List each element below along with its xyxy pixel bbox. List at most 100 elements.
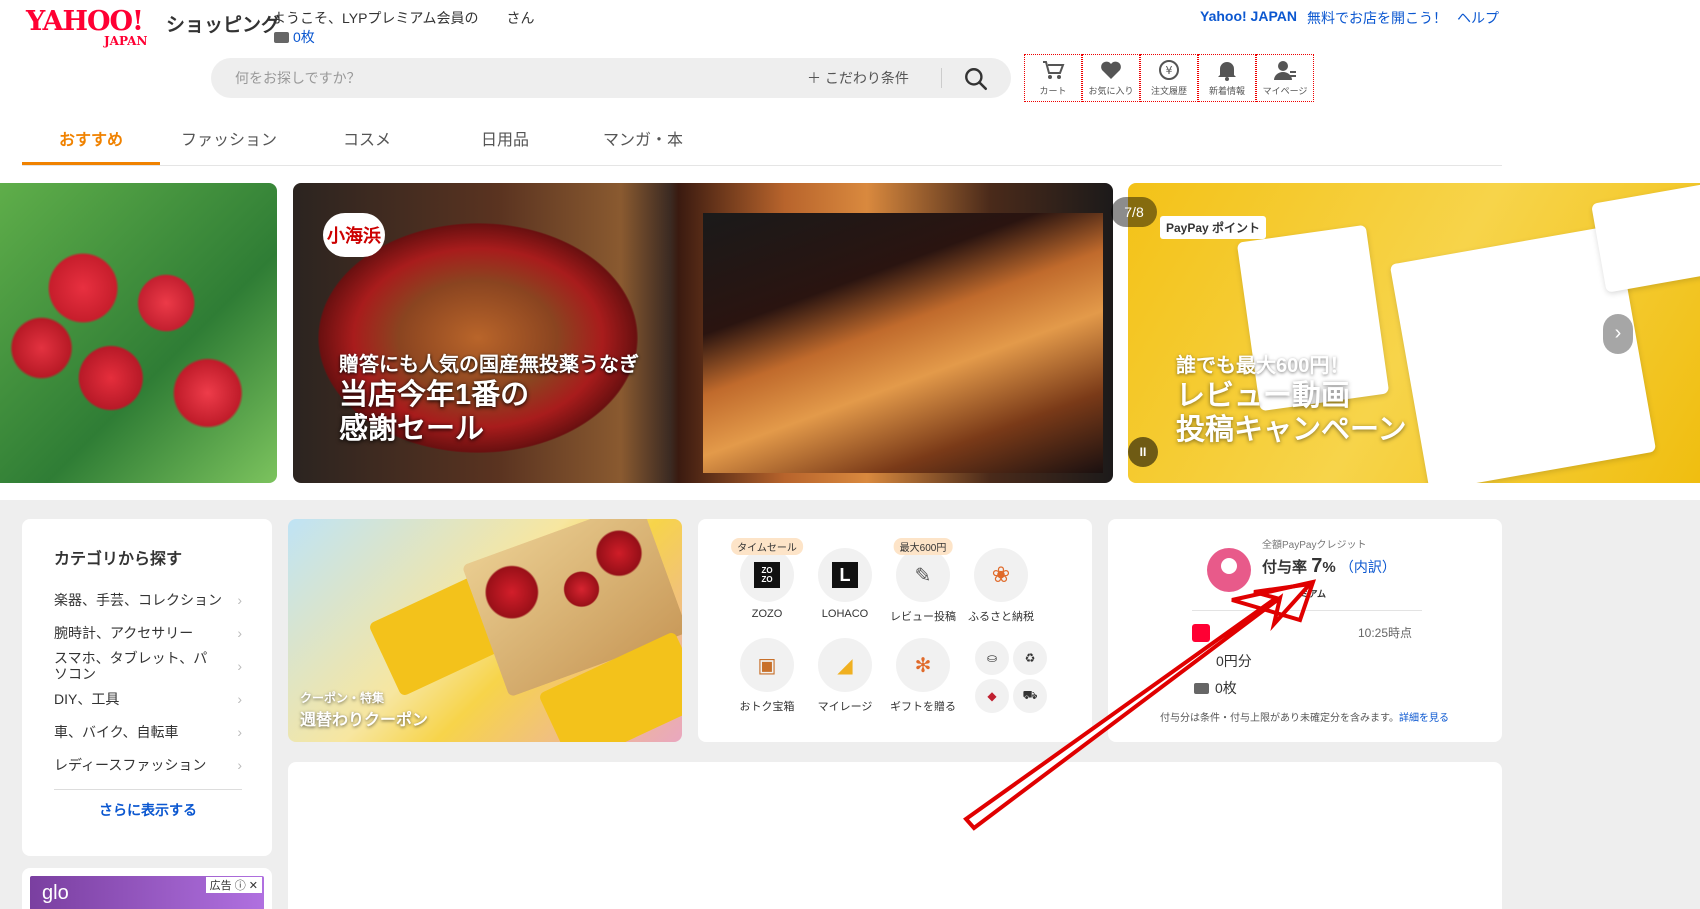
- coupon-caption-small: クーポン・特集: [300, 691, 385, 705]
- points-note-text: 付与分は条件・付与上限があり未確定分を含みます。: [1160, 713, 1399, 724]
- review-subtitle: 誰でも最大600円！: [1176, 355, 1350, 377]
- rate-value: 7: [1311, 555, 1323, 577]
- heart-icon: [1101, 61, 1121, 79]
- help-link[interactable]: ヘルプ: [1457, 8, 1499, 28]
- review-card-3: [1591, 183, 1700, 293]
- coupon-card[interactable]: クーポン・特集 週替わりクーポン: [288, 519, 682, 742]
- search-bar: 何をお探しですか？ ＋ こだわり条件: [211, 58, 1011, 98]
- category-item-smartphones[interactable]: スマホ、タブレット、パソコン ›: [54, 649, 242, 682]
- coupon-caption: クーポン・特集 週替わりクーポン: [300, 689, 428, 730]
- coupon-count[interactable]: 0枚: [274, 27, 315, 47]
- nav-favorites[interactable]: お気に入り: [1082, 54, 1140, 102]
- search-divider: [941, 68, 942, 88]
- category-item-vehicles[interactable]: 車、バイク、自転車 ›: [54, 715, 242, 748]
- nav-notifications[interactable]: 新着情報: [1198, 54, 1256, 102]
- pause-button[interactable]: II: [1128, 437, 1158, 467]
- yahoo-logo[interactable]: YAHOO! JAPAN: [26, 8, 161, 49]
- tab-daily[interactable]: 日用品: [436, 118, 574, 165]
- coupon-count-row[interactable]: 0枚: [1194, 678, 1237, 698]
- chevron-right-icon: ›: [237, 690, 242, 707]
- category-item-label: レディースファッション: [54, 756, 207, 773]
- category-item-label: 車、バイク、自転車: [54, 723, 179, 740]
- review-title: レビュー動画 投稿キャンペーン: [1176, 379, 1407, 447]
- ad-tag[interactable]: 広告 ⓘ ✕: [205, 877, 262, 893]
- service-mileage[interactable]: ◢ マイレージ: [810, 638, 880, 714]
- lohaco-icon: L: [818, 548, 872, 602]
- top-links: Yahoo! JAPAN 無料でお店を開こう！ ヘルプ: [1200, 8, 1499, 28]
- search-input[interactable]: 何をお探しですか？: [235, 68, 361, 88]
- category-panel: カテゴリから探す 楽器、手芸、コレクション › 腕時計、アクセサリー › スマホ、タ…: [22, 519, 272, 856]
- service-label: LOHACO: [821, 608, 869, 620]
- show-more-link[interactable]: さらに表示する: [54, 789, 242, 820]
- premium-label: LYPプレミアム: [1265, 589, 1327, 599]
- unagi-banner[interactable]: 小海浜 贈答にも人気の国産無投薬うなぎ 当店今年1番の 感謝セール: [293, 183, 1113, 483]
- open-store-link[interactable]: 無料でお店を開こう！: [1307, 8, 1447, 28]
- category-item-watches[interactable]: 腕時計、アクセサリー ›: [54, 616, 242, 649]
- box-icon[interactable]: ◆: [975, 679, 1009, 713]
- timestamp: 10:25時点: [1358, 626, 1413, 640]
- welcome-text: ようこそ、LYPプレミアム会員の さん: [272, 10, 535, 26]
- ticket-icon: [274, 31, 289, 43]
- tab-recommended[interactable]: おすすめ: [22, 118, 160, 165]
- user-icon: [1274, 61, 1296, 80]
- cherry-banner[interactable]: [0, 183, 277, 483]
- paypay-logo-icon: [1192, 624, 1210, 642]
- stamp-icon[interactable]: ⛀: [975, 641, 1009, 675]
- service-label: ZOZO: [751, 608, 783, 620]
- category-title: カテゴリから探す: [54, 551, 183, 568]
- kodawari-button[interactable]: ＋ こだわり条件: [807, 68, 909, 88]
- content-area: カテゴリから探す 楽器、手芸、コレクション › 腕時計、アクセサリー › スマホ、タ…: [0, 500, 1700, 909]
- nav-cart[interactable]: カート: [1024, 54, 1082, 102]
- unagi-subtitle: 贈答にも人気の国産無投薬うなぎ: [339, 354, 639, 376]
- chevron-right-icon: ›: [237, 591, 242, 608]
- ad-panel[interactable]: glo 広告 ⓘ ✕: [22, 868, 272, 909]
- service-otoku-box[interactable]: ▣ おトク宝箱: [732, 638, 802, 714]
- category-item-label: 腕時計、アクセサリー: [54, 624, 194, 641]
- review-title-line1: レビュー動画: [1176, 380, 1351, 412]
- content-panel: [288, 762, 1502, 909]
- service-lohaco[interactable]: L LOHACO: [810, 548, 880, 620]
- service-label: おトク宝箱: [739, 701, 795, 713]
- details-link[interactable]: 詳細を見る: [1399, 713, 1449, 724]
- unagi-title: 当店今年1番の 感謝セール: [339, 378, 599, 446]
- tab-fashion[interactable]: ファッション: [160, 118, 298, 165]
- category-tabs: おすすめ ファッション コスメ 日用品 マンガ・本: [22, 118, 1502, 166]
- chevron-right-icon: ›: [237, 657, 242, 674]
- chevron-right-icon: ›: [237, 723, 242, 740]
- points-value[interactable]: 0円分: [1216, 651, 1252, 671]
- recycle-icon[interactable]: ♻: [1013, 641, 1047, 675]
- tab-cosme[interactable]: コスメ: [298, 118, 436, 165]
- nav-order-history[interactable]: ¥ 注文履歴: [1140, 54, 1198, 102]
- nav-mypage-label: マイページ: [1262, 86, 1308, 96]
- avatar[interactable]: [1207, 548, 1251, 592]
- nav-mypage[interactable]: マイページ: [1256, 54, 1314, 102]
- gift-icon: ✻: [896, 638, 950, 692]
- shop-name[interactable]: ショッピング: [166, 10, 280, 37]
- nav-cart-label: カート: [1039, 86, 1067, 96]
- ticket-icon: [1194, 682, 1209, 694]
- next-banner-button[interactable]: ›: [1603, 314, 1633, 354]
- service-label: マイレージ: [817, 701, 873, 713]
- truck-icon[interactable]: ⛟: [1013, 679, 1047, 713]
- mileage-icon: ◢: [818, 638, 872, 692]
- zozo-icon: ZO ZO: [740, 548, 794, 602]
- service-zozo[interactable]: タイムセール ZO ZO ZOZO: [731, 538, 803, 620]
- category-item-diy[interactable]: DIY、工具 ›: [54, 682, 242, 715]
- coupon-caption-title: 週替わりクーポン: [300, 712, 429, 729]
- tab-manga-books[interactable]: マンガ・本: [574, 118, 712, 165]
- service-gift[interactable]: ✻ ギフトを贈る: [888, 638, 958, 714]
- service-furusato[interactable]: ❀ ふるさと納税: [966, 548, 1036, 624]
- category-item-instruments[interactable]: 楽器、手芸、コレクション ›: [54, 583, 242, 616]
- yen-history-icon: ¥: [1159, 60, 1179, 80]
- brand-seal: 小海浜: [323, 213, 385, 257]
- service-review[interactable]: 最大600円 ✎ レビュー投稿: [888, 538, 958, 624]
- gift-ribbon-icon: ❀: [974, 548, 1028, 602]
- category-item-label: スマホ、タブレット、パソコン: [54, 649, 208, 682]
- category-item-label: 楽器、手芸、コレクション: [54, 591, 222, 608]
- yahoo-japan-link[interactable]: Yahoo! JAPAN: [1200, 8, 1297, 28]
- service-badge: 最大600円: [893, 538, 953, 555]
- search-icon[interactable]: [963, 66, 989, 92]
- rate-breakdown-link[interactable]: （内訳）: [1340, 559, 1396, 575]
- cart-icon: [1043, 61, 1065, 79]
- category-item-ladies-fashion[interactable]: レディースファッション ›: [54, 748, 242, 781]
